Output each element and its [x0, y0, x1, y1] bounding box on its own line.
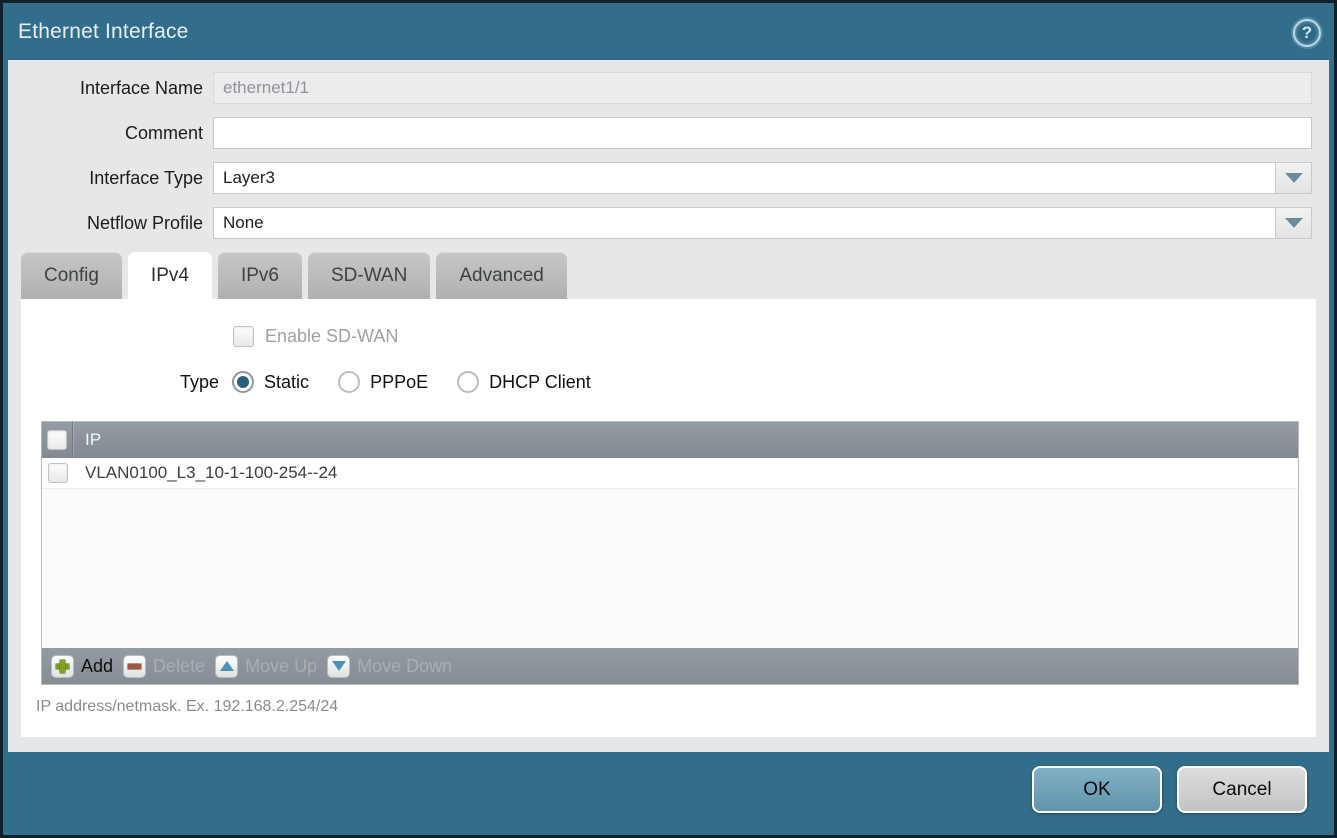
- chevron-down-icon: [1285, 173, 1303, 183]
- plus-icon: [51, 655, 74, 678]
- static-radio[interactable]: [232, 371, 254, 393]
- interface-type-label: Interface Type: [8, 168, 213, 189]
- ip-format-hint: IP address/netmask. Ex. 192.168.2.254/24: [36, 698, 1316, 716]
- tab-bar: Config IPv4 IPv6 SD-WAN Advanced: [8, 252, 1329, 299]
- add-button[interactable]: Add: [51, 655, 113, 678]
- dialog-body: Interface Name Comment Interface Type La…: [8, 60, 1329, 752]
- arrow-up-icon: [215, 655, 238, 678]
- type-label: Type: [180, 372, 219, 393]
- ipv4-tab-panel: Enable SD-WAN Type Static PPPoE DHCP Cli…: [21, 299, 1316, 737]
- select-all-checkbox[interactable]: [47, 430, 67, 450]
- netflow-profile-select[interactable]: None: [213, 207, 1275, 239]
- netflow-profile-label: Netflow Profile: [8, 213, 213, 234]
- ip-column-header[interactable]: IP: [73, 430, 101, 450]
- table-row: VLAN0100_L3_10-1-100-254--24: [42, 458, 1298, 489]
- move-up-button: Move Up: [215, 655, 317, 678]
- pppoe-radio-label: PPPoE: [370, 372, 428, 393]
- dialog-title: Ethernet Interface: [18, 20, 189, 44]
- tab-sdwan[interactable]: SD-WAN: [308, 252, 430, 299]
- tab-config[interactable]: Config: [21, 252, 122, 299]
- form-row-comment: Comment: [8, 117, 1329, 149]
- form-row-interface-name: Interface Name: [8, 72, 1329, 104]
- pppoe-radio[interactable]: [338, 371, 360, 393]
- radio-option-dhcp-client: DHCP Client: [457, 371, 591, 393]
- ip-table-header: IP: [42, 422, 1298, 458]
- tab-ipv6[interactable]: IPv6: [218, 252, 302, 299]
- dhcp-client-radio[interactable]: [457, 371, 479, 393]
- netflow-profile-dropdown-button[interactable]: [1275, 207, 1312, 239]
- ip-row-value[interactable]: VLAN0100_L3_10-1-100-254--24: [73, 463, 337, 483]
- arrow-down-icon: [327, 655, 350, 678]
- type-radio-group: Type Static PPPoE DHCP Client: [180, 371, 1316, 393]
- ok-button[interactable]: OK: [1032, 766, 1162, 813]
- ethernet-interface-dialog: Ethernet Interface ? Interface Name Comm…: [0, 0, 1337, 838]
- interface-name-label: Interface Name: [8, 78, 213, 99]
- static-radio-label: Static: [264, 372, 309, 393]
- delete-button-label: Delete: [153, 656, 205, 677]
- cancel-button[interactable]: Cancel: [1177, 766, 1307, 813]
- move-down-button-label: Move Down: [357, 656, 452, 677]
- enable-sdwan-row: Enable SD-WAN: [233, 326, 1316, 347]
- tab-advanced[interactable]: Advanced: [436, 252, 567, 299]
- enable-sdwan-label: Enable SD-WAN: [265, 326, 398, 347]
- table-toolbar: Add Delete Move Up Move Down: [42, 648, 1298, 684]
- add-button-label: Add: [81, 656, 113, 677]
- delete-button: Delete: [123, 655, 205, 678]
- comment-label: Comment: [8, 123, 213, 144]
- form-row-interface-type: Interface Type Layer3: [8, 162, 1329, 194]
- radio-option-pppoe: PPPoE: [338, 371, 428, 393]
- radio-option-static: Static: [232, 371, 309, 393]
- interface-type-select[interactable]: Layer3: [213, 162, 1275, 194]
- dhcp-client-radio-label: DHCP Client: [489, 372, 591, 393]
- chevron-down-icon: [1285, 218, 1303, 228]
- help-glyph: ?: [1302, 23, 1312, 43]
- row-checkbox[interactable]: [48, 463, 68, 483]
- help-icon[interactable]: ?: [1293, 19, 1321, 47]
- dialog-titlebar: Ethernet Interface ?: [3, 3, 1334, 60]
- form-row-netflow-profile: Netflow Profile None: [8, 207, 1329, 239]
- enable-sdwan-checkbox: [233, 326, 254, 347]
- table-empty-area: [42, 489, 1298, 648]
- move-down-button: Move Down: [327, 655, 452, 678]
- interface-name-input: [213, 72, 1312, 104]
- minus-icon: [123, 655, 146, 678]
- ip-table: IP VLAN0100_L3_10-1-100-254--24 Add: [41, 421, 1299, 685]
- move-up-button-label: Move Up: [245, 656, 317, 677]
- interface-type-dropdown-button[interactable]: [1275, 162, 1312, 194]
- dialog-footer: OK Cancel: [3, 752, 1334, 835]
- comment-input[interactable]: [213, 117, 1312, 149]
- tab-ipv4[interactable]: IPv4: [128, 252, 212, 299]
